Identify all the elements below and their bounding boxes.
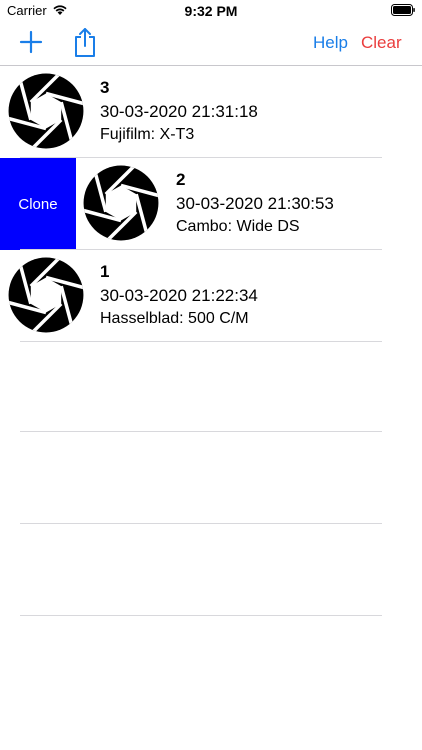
- share-icon[interactable]: [72, 26, 98, 58]
- item-date: 30-03-2020 21:22:34: [100, 286, 258, 305]
- row-separator: [20, 431, 382, 432]
- row-separator: [20, 523, 382, 524]
- row-separator: [20, 341, 382, 342]
- clock-time: 9:32 PM: [184, 3, 238, 19]
- clear-button[interactable]: Clear: [361, 33, 402, 53]
- aperture-icon: [83, 165, 159, 241]
- aperture-icon: [8, 73, 84, 149]
- item-title: 1: [100, 262, 110, 281]
- list-item[interactable]: 3 30-03-2020 21:31:18 Fujifilm: X-T3: [0, 66, 422, 158]
- item-camera: Cambo: Wide DS: [176, 218, 300, 235]
- item-date: 30-03-2020 21:30:53: [176, 194, 334, 213]
- item-camera: Hasselblad: 500 C/M: [100, 310, 249, 327]
- item-title: 3: [100, 78, 110, 97]
- aperture-icon: [8, 257, 84, 333]
- battery-icon: [391, 4, 415, 16]
- row-separator: [20, 615, 382, 616]
- list-item[interactable]: 1 30-03-2020 21:22:34 Hasselblad: 500 C/…: [0, 250, 422, 342]
- item-title: 2: [176, 170, 186, 189]
- navigation-toolbar: Help Clear: [0, 22, 422, 66]
- clone-button[interactable]: Clone: [0, 158, 76, 250]
- status-bar: Carrier 9:32 PM: [0, 0, 422, 22]
- list-item[interactable]: Clone 2 30-03-2020 21:30:53 Cambo: Wide …: [0, 158, 422, 250]
- item-camera: Fujifilm: X-T3: [100, 126, 195, 143]
- item-date: 30-03-2020 21:31:18: [100, 102, 258, 121]
- help-button[interactable]: Help: [313, 33, 348, 53]
- add-icon[interactable]: [18, 29, 44, 55]
